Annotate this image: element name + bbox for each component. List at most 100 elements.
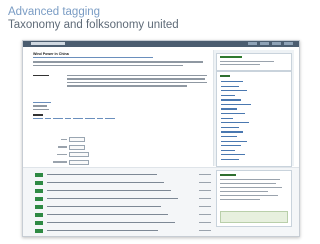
- top-nav-link[interactable]: [248, 42, 257, 45]
- result-title[interactable]: [47, 222, 175, 224]
- document-abstract: [67, 75, 207, 89]
- tag-list-item[interactable]: [221, 99, 241, 101]
- result-date: [199, 230, 211, 232]
- tag-link[interactable]: [45, 117, 51, 119]
- slide-title: Advanced tagging: [8, 6, 101, 18]
- tags-heading: [33, 114, 43, 116]
- abstract-line: [67, 75, 207, 77]
- taxonomy-select[interactable]: [69, 152, 89, 157]
- taxonomy-select[interactable]: [69, 137, 85, 142]
- top-nav-link[interactable]: [260, 42, 269, 45]
- document-tags: [33, 117, 211, 119]
- tag-link[interactable]: [33, 117, 43, 119]
- result-row[interactable]: [35, 228, 211, 233]
- result-badge: [35, 196, 43, 201]
- sidebar-top-box: [216, 53, 292, 71]
- field-label: [61, 138, 67, 141]
- result-title[interactable]: [47, 214, 168, 216]
- field-label: [58, 146, 67, 148]
- taxonomy-select[interactable]: [69, 159, 89, 165]
- result-badge: [35, 204, 43, 209]
- tag-list-item[interactable]: [221, 140, 247, 142]
- sidebar-box-line: [220, 61, 274, 63]
- taxonomy-row: [45, 137, 135, 142]
- result-date: [199, 182, 211, 184]
- tag-list-item[interactable]: [221, 145, 241, 147]
- related-panel-heading: [220, 174, 236, 176]
- related-panel-line: [220, 187, 282, 189]
- result-row[interactable]: [35, 220, 211, 225]
- result-date: [199, 214, 211, 216]
- tag-list-item[interactable]: [221, 113, 245, 115]
- result-title[interactable]: [47, 182, 164, 184]
- tag-list-panel: [216, 71, 292, 167]
- related-panel-line: [220, 191, 268, 193]
- result-title[interactable]: [47, 230, 158, 232]
- tag-list-item[interactable]: [221, 149, 235, 151]
- result-row[interactable]: [35, 212, 211, 217]
- site-logo[interactable]: [31, 42, 65, 45]
- result-date: [199, 198, 211, 200]
- tag-list-item[interactable]: [221, 154, 245, 156]
- tag-list-item[interactable]: [221, 122, 249, 124]
- top-nav-links: [248, 42, 293, 45]
- tag-list-item[interactable]: [221, 117, 233, 119]
- meta-label: [33, 75, 49, 77]
- result-badge: [35, 220, 43, 225]
- top-nav-link[interactable]: [272, 42, 281, 45]
- result-title[interactable]: [47, 190, 171, 192]
- document-breadcrumb[interactable]: [33, 57, 153, 59]
- tag-list-item[interactable]: [221, 85, 239, 87]
- taxonomy-row: [45, 144, 135, 150]
- tag-link[interactable]: [65, 117, 71, 119]
- section-heading[interactable]: [33, 102, 51, 104]
- detail-line: [33, 105, 47, 107]
- taxonomy-row: [45, 152, 135, 157]
- tag-link[interactable]: [105, 117, 115, 119]
- tag-link[interactable]: [85, 117, 95, 119]
- result-row[interactable]: [35, 180, 211, 185]
- tag-link[interactable]: [97, 117, 103, 119]
- abstract-line: [67, 78, 205, 80]
- result-date: [199, 190, 211, 192]
- slide-subtitle: Taxonomy and folksonomy united: [8, 19, 179, 31]
- tag-list: [221, 81, 251, 163]
- result-row[interactable]: [35, 204, 211, 209]
- result-badge: [35, 228, 43, 233]
- result-date: [199, 222, 211, 224]
- document-summary-line: [33, 61, 203, 63]
- field-label: [57, 153, 67, 156]
- tag-list-item[interactable]: [221, 103, 251, 106]
- field-label: [53, 161, 67, 163]
- tag-list-item[interactable]: [221, 131, 243, 133]
- taxonomy-select[interactable]: [69, 144, 85, 150]
- result-badge: [35, 188, 43, 193]
- document-title: Wind Power in China: [33, 52, 69, 56]
- tag-list-item[interactable]: [221, 94, 235, 96]
- related-panel-line: [220, 183, 276, 185]
- tag-link[interactable]: [53, 117, 63, 119]
- tag-list-item[interactable]: [221, 126, 239, 128]
- tag-list-item[interactable]: [221, 81, 243, 83]
- result-row[interactable]: [35, 196, 211, 201]
- document-meta: [33, 75, 51, 78]
- top-nav-link[interactable]: [284, 42, 293, 45]
- top-navigation-bar: [23, 41, 299, 47]
- tag-list-item[interactable]: [221, 158, 239, 161]
- abstract-line: [67, 85, 187, 87]
- result-badge: [35, 180, 43, 185]
- related-panel-line: [220, 179, 280, 181]
- result-title[interactable]: [47, 174, 157, 176]
- document-header: Wind Power in China: [33, 52, 211, 68]
- tag-list-item[interactable]: [221, 90, 247, 92]
- tag-list-item[interactable]: [221, 108, 237, 110]
- result-row[interactable]: [35, 188, 211, 193]
- detail-line: [33, 108, 49, 111]
- tag-list-item[interactable]: [221, 135, 237, 138]
- result-date: [199, 174, 211, 176]
- related-panel-line: [220, 199, 260, 201]
- result-title[interactable]: [47, 206, 161, 208]
- result-title[interactable]: [47, 198, 178, 200]
- tag-link[interactable]: [73, 117, 83, 119]
- result-row[interactable]: [35, 172, 211, 177]
